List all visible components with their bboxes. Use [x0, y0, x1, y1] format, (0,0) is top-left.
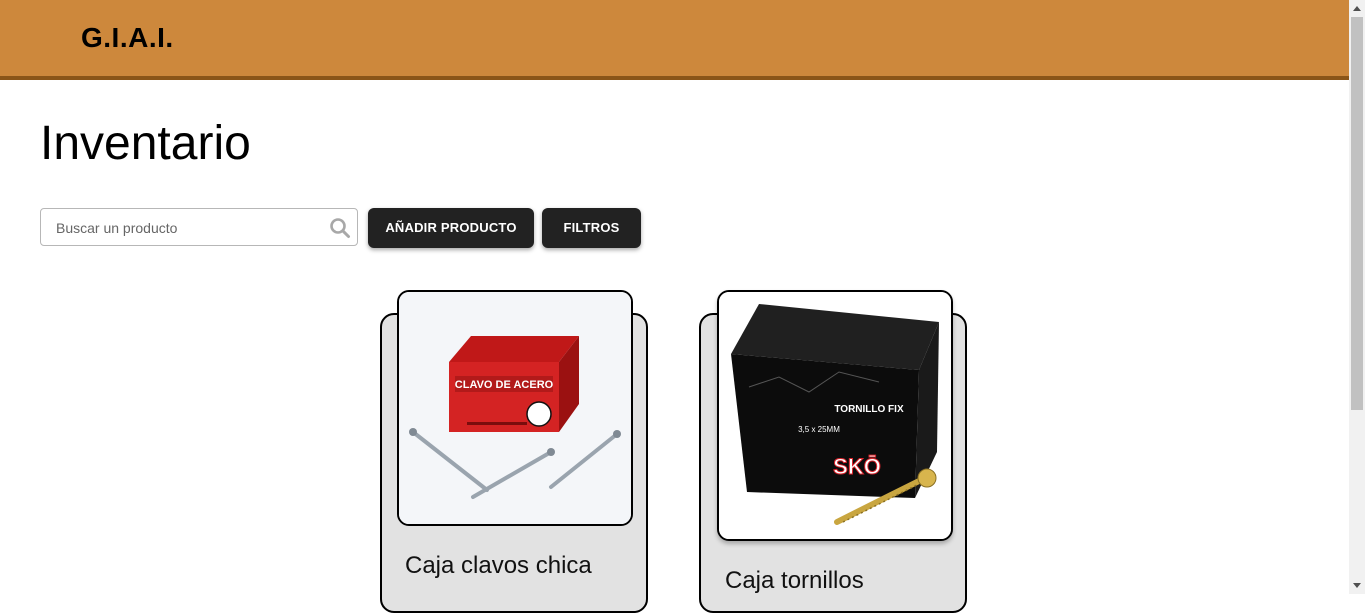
search-box[interactable] — [40, 208, 358, 247]
box-label: TORNILLO FIX — [834, 404, 904, 415]
search-icon[interactable] — [329, 217, 351, 239]
search-input[interactable] — [54, 209, 318, 247]
top-header: G.I.A.I. — [0, 0, 1349, 80]
add-product-button[interactable]: AÑADIR PRODUCTO — [368, 208, 534, 248]
page-title: Inventario — [40, 117, 251, 170]
product-image[interactable]: CLAVO DE ACERO — [397, 290, 633, 526]
brand-mark: SKŌ — [833, 454, 881, 479]
scrollbar-thumb[interactable] — [1351, 17, 1363, 410]
product-name[interactable]: Caja tornillos — [725, 567, 864, 595]
product-name[interactable]: Caja clavos chica — [405, 552, 592, 580]
scroll-down-arrow-icon[interactable] — [1349, 577, 1365, 594]
filters-button[interactable]: FILTROS — [542, 208, 641, 248]
box-size: 3,5 x 25MM — [798, 425, 840, 434]
scroll-up-arrow-icon[interactable] — [1349, 0, 1365, 17]
box-label: CLAVO DE ACERO — [455, 379, 554, 391]
product-image[interactable]: TORNILLO FIX 3,5 x 25MM SKŌ — [717, 290, 953, 541]
brand-logo[interactable]: G.I.A.I. — [81, 22, 174, 54]
